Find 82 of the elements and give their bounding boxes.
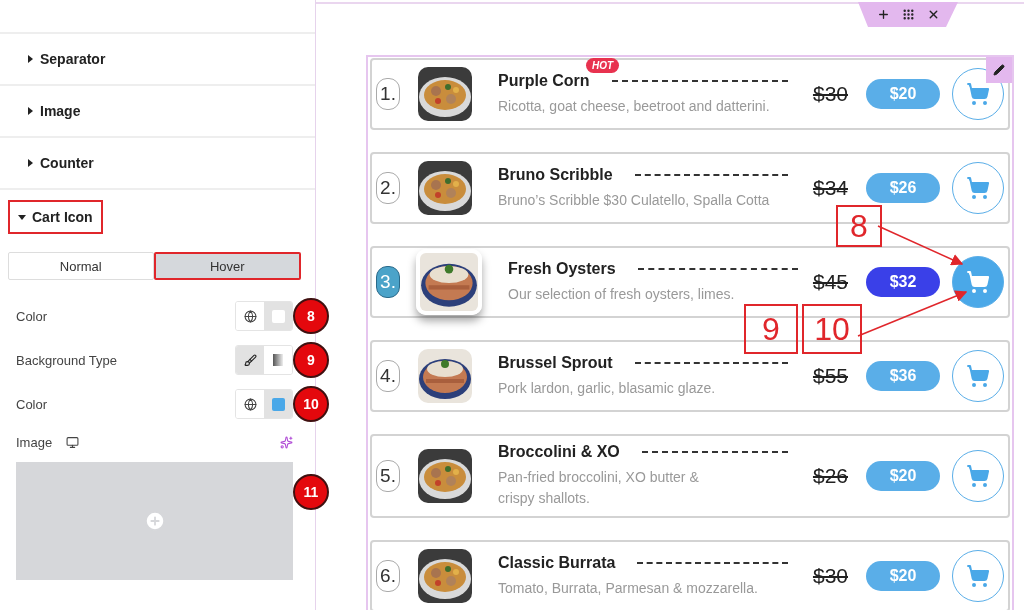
dish-name: Broccolini & XO — [498, 443, 620, 461]
dish-description: Bruno’s Scribble $30 Culatello, Spalla Cotta — [498, 190, 771, 210]
hot-badge: HOT — [586, 57, 620, 73]
dish-description: Our selection of fresh oysters, limes. — [508, 284, 736, 304]
price-badge: $32 — [866, 267, 940, 297]
add-to-cart-button[interactable] — [952, 550, 1004, 602]
cart-icon — [966, 564, 990, 588]
globe-icon — [243, 309, 257, 323]
classic-button[interactable] — [236, 346, 264, 374]
state-tab[interactable]: Normal — [8, 252, 154, 280]
globe-icon — [243, 397, 257, 411]
add-icon[interactable] — [876, 8, 890, 21]
state-tab[interactable]: Hover — [153, 252, 301, 280]
item-number: 4. — [376, 360, 400, 392]
section-header[interactable]: Cart Icon — [8, 200, 103, 234]
old-price: $55 — [812, 364, 848, 388]
dish-description: Pan-fried broccolini, XO butter & crispy shallots. — [498, 468, 700, 508]
item-number: 2. — [376, 172, 400, 204]
control-label: Image — [16, 434, 53, 450]
callout-number: 9 — [293, 342, 329, 378]
callout-box: 8 — [836, 205, 882, 247]
price-badge: $20 — [866, 461, 940, 491]
menu-item-card[interactable]: 4. Brussel Sprout Pork lardon, garlic, blasamic glaze. $55 $36 — [370, 340, 1010, 412]
pencil-icon — [993, 64, 1005, 76]
color-picker-button[interactable] — [264, 390, 292, 418]
dish-description: Pork lardon, garlic, blasamic glaze. — [498, 378, 717, 398]
add-to-cart-button[interactable] — [952, 350, 1004, 402]
dish-description: Tomato, Burrata, Parmesan & mozzarella. — [498, 578, 759, 598]
dish-name: Brussel Sprout — [498, 353, 613, 372]
old-price: $26 — [812, 464, 848, 488]
menu-item-card[interactable]: 3. Fresh Oysters Our selection of fresh oysters, limes. $45 $32 — [370, 246, 1010, 318]
callout-box: 9 — [744, 304, 798, 354]
add-to-cart-button[interactable] — [952, 450, 1004, 502]
dish-name: Purple Corn — [498, 71, 590, 90]
edit-button[interactable] — [986, 57, 1012, 83]
caret-icon — [26, 159, 34, 167]
caret-icon — [18, 213, 26, 221]
menu-item-card[interactable]: 6. Classic Burrata Tomato, Burrata, Parmesan & mozzarella. $30 $20 — [370, 540, 1010, 610]
add-icon — [143, 510, 166, 532]
cart-icon — [966, 82, 990, 106]
callout-number: 8 — [293, 298, 329, 334]
callout-number: 10 — [293, 386, 329, 422]
control-label: Background Type — [16, 352, 117, 368]
old-price: $30 — [812, 564, 848, 588]
item-number: 5. — [376, 460, 400, 492]
price-badge: $36 — [866, 361, 940, 391]
caret-icon — [26, 55, 34, 63]
old-price: $34 — [812, 176, 848, 200]
price-badge: $20 — [866, 561, 940, 591]
desktop-icon — [66, 435, 80, 449]
menu-item-card[interactable]: 1. Purple Corn HOT Ricotta, goat cheese, beetroot and datterini. $30 $20 — [370, 58, 1010, 130]
old-price: $45 — [812, 270, 848, 294]
brush-icon — [243, 353, 257, 367]
dish-name: Bruno Scribble — [498, 165, 613, 184]
price-badge: $26 — [866, 173, 940, 203]
cart-icon — [966, 464, 990, 488]
caret-icon — [26, 107, 34, 115]
section-header[interactable]: Separator — [16, 42, 116, 76]
section-header[interactable]: Image — [16, 94, 91, 128]
cart-icon — [966, 364, 990, 388]
drag-handle-icon[interactable] — [901, 8, 915, 21]
callout-number: 11 — [293, 474, 329, 510]
control-label: Color — [16, 308, 48, 324]
dish-description: Ricotta, goat cheese, beetroot and datterini. — [498, 96, 771, 116]
dish-name: Fresh Oysters — [508, 259, 616, 278]
add-to-cart-button[interactable] — [952, 162, 1004, 214]
old-price: $30 — [812, 82, 848, 106]
cart-icon — [966, 270, 990, 294]
control-label: Color — [16, 396, 48, 412]
sparkle-icon[interactable] — [280, 435, 293, 449]
callout-box: 10 — [802, 304, 862, 354]
color-picker-button[interactable] — [264, 302, 292, 330]
section-header[interactable]: Counter — [16, 146, 104, 180]
gradient-icon — [273, 354, 283, 366]
add-to-cart-button[interactable] — [952, 256, 1004, 308]
item-number: 3. — [376, 266, 400, 298]
price-badge: $20 — [866, 79, 940, 109]
item-number: 6. — [376, 560, 400, 592]
cart-icon — [966, 176, 990, 200]
menu-item-card[interactable]: 5. Broccolini & XO Pan-fried broccolini, XO butter & crispy shallots. $26 $20 — [370, 434, 1010, 518]
item-number: 1. — [376, 78, 400, 110]
dish-name: Classic Burrata — [498, 553, 616, 572]
